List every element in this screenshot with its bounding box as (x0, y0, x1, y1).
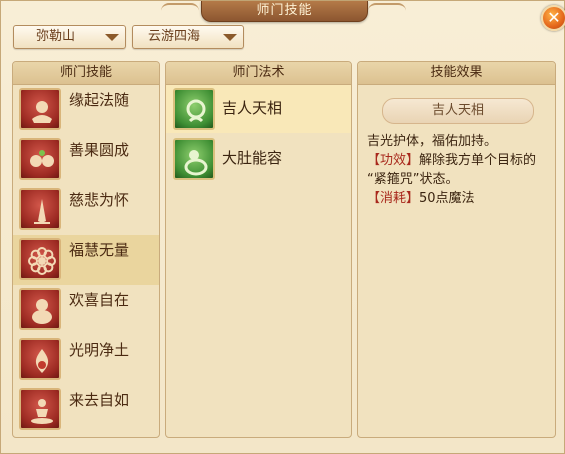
skill-label: 欢喜自在 (69, 291, 130, 309)
chevron-down-icon (105, 34, 119, 41)
meditating-icon (19, 388, 61, 430)
mountain-dropdown-label: 弥勒山 (35, 29, 75, 44)
effect-name-banner: 吉人天相 (382, 98, 534, 124)
effect-panel-header: 技能效果 (358, 62, 555, 85)
flame-icon (19, 338, 61, 380)
cost-text: 50点魔法 (419, 191, 475, 206)
spells-panel: 师门法术 吉人天相大肚能容 (165, 61, 352, 438)
spell-item[interactable]: 大肚能容 (166, 135, 351, 183)
skill-item[interactable]: 欢喜自在 (13, 285, 159, 335)
effect-line-1: 吉光护体，福佑加持。 (367, 134, 498, 149)
skills-panel: 师门技能 缘起法随善果圆成慈悲为怀福慧无量欢喜自在光明净土来去自如 (12, 61, 160, 438)
spell-item[interactable]: 吉人天相 (166, 85, 351, 133)
fruit-icon (19, 138, 61, 180)
effect-tag: 【功效】 (367, 153, 420, 168)
skills-panel-header: 师门技能 (13, 62, 159, 85)
skill-item[interactable]: 福慧无量 (13, 235, 159, 285)
spells-panel-header: 师门法术 (166, 62, 351, 85)
effect-line-2: 【功效】解除我方单个目标的 (367, 151, 551, 170)
skill-label: 慈悲为怀 (69, 191, 130, 209)
mountain-dropdown[interactable]: 弥勒山 (13, 25, 126, 49)
world-dropdown-label: 云游四海 (147, 29, 200, 44)
skill-label: 缘起法随 (69, 91, 130, 109)
close-icon: ✕ (547, 8, 561, 27)
title-ornament-left (161, 3, 199, 19)
skill-item[interactable]: 缘起法随 (13, 85, 159, 135)
lotus-icon (19, 238, 61, 280)
skill-label: 善果圆成 (69, 141, 130, 159)
skill-item[interactable]: 光明净土 (13, 335, 159, 385)
effect-line-4: 【消耗】50点魔法 (367, 189, 551, 208)
skill-label: 来去自如 (69, 391, 130, 409)
chevron-down-icon (223, 34, 237, 41)
world-dropdown[interactable]: 云游四海 (132, 25, 244, 49)
big-belly-icon (173, 138, 215, 180)
laughing-buddha-icon (19, 288, 61, 330)
skill-item[interactable]: 来去自如 (13, 385, 159, 435)
spell-label: 吉人天相 (222, 99, 283, 117)
effect-text-a: 解除我方单个目标的 (419, 153, 537, 168)
praying-hands-icon (19, 188, 61, 230)
effect-line-3: “紧箍咒”状态。 (367, 172, 459, 187)
close-button[interactable]: ✕ (541, 5, 565, 31)
skill-label: 福慧无量 (69, 241, 130, 259)
auspicious-icon (173, 88, 215, 130)
monk-bowl-icon (19, 88, 61, 130)
spell-label: 大肚能容 (222, 149, 283, 167)
skill-label: 光明净土 (69, 341, 130, 359)
skill-item[interactable]: 善果圆成 (13, 135, 159, 185)
cost-tag: 【消耗】 (367, 191, 420, 206)
effect-panel: 技能效果 吉人天相 吉光护体，福佑加持。 【功效】解除我方单个目标的 “紧箍咒”… (357, 61, 556, 438)
skill-window: 师门技能 ✕ 弥勒山 云游四海 师门技能 缘起法随善果圆成慈悲为怀福慧无量欢喜自… (0, 0, 565, 454)
window-title: 师门技能 (201, 1, 368, 22)
skill-item[interactable]: 慈悲为怀 (13, 185, 159, 235)
effect-description: 吉光护体，福佑加持。 【功效】解除我方单个目标的 “紧箍咒”状态。 【消耗】50… (367, 132, 551, 208)
title-ornament-right (368, 3, 406, 19)
